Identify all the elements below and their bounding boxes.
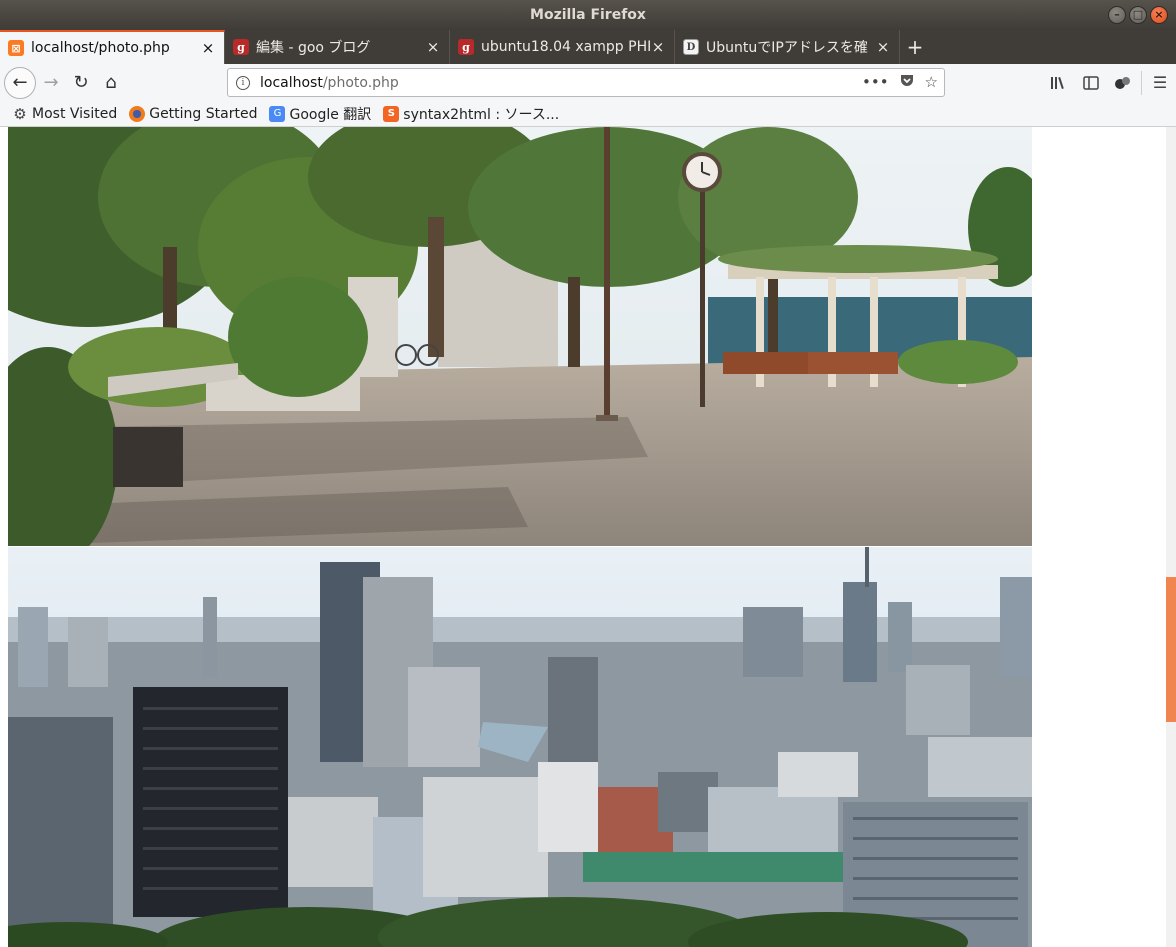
- document-icon: D: [683, 39, 699, 55]
- new-tab-button[interactable]: +: [900, 30, 930, 64]
- url-actions: ••• ☆: [862, 72, 938, 92]
- window-titlebar: Mozilla Firefox – □ ×: [0, 0, 1176, 30]
- tab-title: UbuntuでIPアドレスを確: [706, 40, 868, 56]
- bookmark-star-icon[interactable]: ☆: [925, 73, 938, 91]
- page-viewport: [0, 127, 1176, 947]
- gear-icon: ⚙: [13, 104, 27, 123]
- close-tab-icon[interactable]: ×: [200, 39, 216, 57]
- syntax2html-icon: S: [383, 105, 400, 122]
- bookmark-most-visited[interactable]: ⚙ Most Visited: [12, 104, 118, 123]
- tab-title: ubuntu18.04 xampp PHP: [481, 39, 650, 55]
- tab-title: localhost/photo.php: [31, 40, 170, 56]
- tab-photo[interactable]: ⊠ localhost/photo.php ×: [0, 30, 225, 64]
- library-icon[interactable]: [1043, 68, 1075, 98]
- photo-city: [8, 547, 1032, 947]
- bookmark-label: Google 翻訳: [289, 106, 372, 123]
- url-host: localhost: [260, 74, 323, 91]
- xampp-icon: ⊠: [8, 40, 24, 56]
- translate-icon: G: [269, 105, 286, 122]
- back-button[interactable]: ←: [4, 66, 36, 99]
- scrollbar-thumb[interactable]: [1166, 577, 1176, 722]
- url-path: /photo.php: [322, 74, 399, 91]
- firefox-icon: [129, 105, 146, 122]
- tab-goo-edit[interactable]: g 編集 - goo ブログ ×: [225, 30, 450, 64]
- url-bar[interactable]: i localhost/photo.php ••• ☆: [227, 68, 945, 97]
- tab-title: 編集 - goo ブログ: [256, 40, 371, 56]
- home-button[interactable]: ⌂: [96, 68, 126, 98]
- tab-ubuntu-ip[interactable]: D UbuntuでIPアドレスを確 ×: [675, 30, 900, 64]
- reload-button[interactable]: ↻: [66, 68, 96, 98]
- photo-park: [8, 127, 1032, 546]
- bookmark-google-translate[interactable]: G Google 翻訳: [269, 104, 371, 124]
- plus-icon: +: [906, 35, 924, 59]
- forward-button[interactable]: →: [36, 68, 66, 98]
- reload-icon: ↻: [73, 72, 89, 93]
- tab-ubuntu-xampp[interactable]: g ubuntu18.04 xampp PHP ×: [450, 30, 675, 64]
- navigation-toolbar: ← → ↻ ⌂ i localhost/photo.php ••• ☆ ☰: [0, 64, 1176, 101]
- toolbar-separator: [1141, 70, 1142, 95]
- bookmark-label: syntax2html : ソース...: [403, 106, 560, 123]
- close-tab-icon[interactable]: ×: [425, 38, 441, 56]
- close-tab-icon[interactable]: ×: [650, 38, 666, 56]
- pocket-icon[interactable]: [899, 72, 915, 92]
- vertical-scrollbar[interactable]: [1166, 127, 1176, 947]
- bookmark-getting-started[interactable]: Getting Started: [129, 105, 258, 122]
- arrow-left-icon: ←: [12, 72, 28, 93]
- bookmark-label: Most Visited: [32, 105, 118, 122]
- toolbar-right: ☰: [1043, 64, 1176, 101]
- more-actions-icon[interactable]: •••: [862, 73, 889, 91]
- tab-strip: ⊠ localhost/photo.php × g 編集 - goo ブログ ×…: [0, 30, 1176, 64]
- home-icon: ⌂: [105, 72, 117, 93]
- maximize-icon[interactable]: □: [1129, 6, 1147, 24]
- bookmark-syntax2html[interactable]: S syntax2html : ソース...: [383, 104, 559, 124]
- minimize-icon[interactable]: –: [1108, 6, 1126, 24]
- arrow-right-icon: →: [43, 72, 59, 93]
- bookmark-label: Getting Started: [149, 105, 258, 122]
- info-icon[interactable]: i: [236, 75, 250, 90]
- close-window-icon[interactable]: ×: [1150, 6, 1168, 24]
- hamburger-menu-icon[interactable]: ☰: [1144, 68, 1176, 98]
- extension-icon[interactable]: [1107, 68, 1139, 98]
- goo-icon: g: [233, 39, 249, 55]
- goo-icon: g: [458, 39, 474, 55]
- window-controls: – □ ×: [1108, 6, 1168, 24]
- sidebar-icon[interactable]: [1075, 68, 1107, 98]
- bookmarks-toolbar: ⚙ Most Visited Getting Started G Google …: [0, 101, 1176, 127]
- window-title: Mozilla Firefox: [530, 7, 646, 23]
- close-tab-icon[interactable]: ×: [875, 38, 891, 56]
